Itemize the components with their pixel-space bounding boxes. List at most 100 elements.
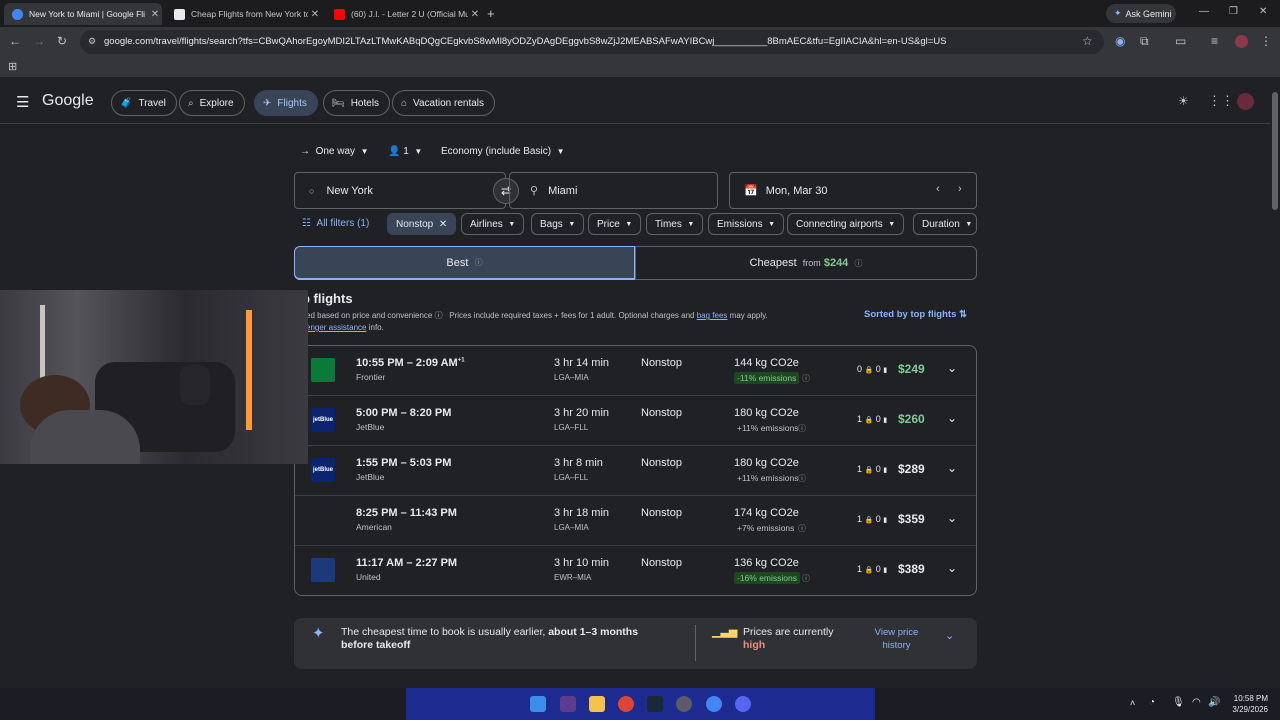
extension-icon[interactable]: ◉: [1115, 34, 1125, 48]
passengers-select[interactable]: 👤 1 ▼: [388, 146, 422, 157]
passenger-assistance-link[interactable]: senger assistance: [302, 323, 366, 332]
volume-icon[interactable]: 🔊: [1208, 697, 1220, 708]
all-filters-button[interactable]: ☷ All filters (1): [302, 218, 369, 229]
price-filter[interactable]: Price ▼: [588, 213, 642, 235]
ask-gemini-button[interactable]: ✦ Ask Gemini: [1106, 4, 1176, 23]
google-logo[interactable]: Google: [42, 92, 94, 110]
reload-icon[interactable]: ↻: [57, 34, 67, 48]
info-icon[interactable]: ⓘ: [435, 311, 443, 320]
account-avatar[interactable]: [1237, 93, 1254, 110]
info-icon[interactable]: ⓘ: [475, 257, 483, 268]
expand-chevron-icon[interactable]: ⌄: [947, 511, 957, 525]
new-tab-icon[interactable]: +: [487, 6, 495, 21]
origin-circle-icon: ○: [309, 185, 315, 196]
info-icon[interactable]: ⓘ: [802, 573, 810, 584]
restore-icon[interactable]: ❐: [1229, 6, 1238, 17]
tab-best[interactable]: Best ⓘ: [294, 246, 635, 280]
browser-tab[interactable]: New York to Miami | Google Fli ✕: [4, 3, 162, 25]
forward-icon[interactable]: →: [33, 34, 45, 48]
nav-explore[interactable]: ⌕ Explore: [179, 90, 245, 116]
minimize-icon[interactable]: —: [1199, 6, 1209, 17]
expand-chevron-icon[interactable]: ⌄: [947, 361, 957, 375]
close-window-icon[interactable]: ✕: [1259, 6, 1267, 17]
destination-field[interactable]: ⚲ Miami: [509, 172, 718, 209]
expand-chevron-icon[interactable]: ⌄: [947, 411, 957, 425]
remove-filter-icon[interactable]: ✕: [439, 219, 447, 230]
info-icon[interactable]: ⓘ: [798, 473, 806, 484]
media-control-icon[interactable]: ≡: [1211, 34, 1218, 48]
times-filter[interactable]: Times ▼: [646, 213, 704, 235]
cast-icon[interactable]: ▭: [1175, 34, 1186, 48]
browser-menu-icon[interactable]: ⋮: [1260, 34, 1272, 48]
nav-vacation-rentals[interactable]: ⌂ Vacation rentals: [392, 90, 496, 116]
back-icon[interactable]: ←: [9, 34, 21, 48]
flight-row[interactable]: 8:25 PM – 11:43 PM American 3 hr 18 min LGA…: [295, 496, 976, 546]
chrome-icon[interactable]: [618, 696, 634, 712]
next-date-icon[interactable]: ›: [958, 183, 962, 195]
scrollbar-thumb[interactable]: [1272, 92, 1278, 210]
main-menu-icon[interactable]: ☰: [16, 93, 29, 111]
obs-icon[interactable]: [676, 696, 692, 712]
expand-chevron-icon[interactable]: ⌄: [947, 561, 957, 575]
cheapest-price: $244: [823, 257, 849, 269]
browser-tab[interactable]: Cheap Flights from New York to ✕: [166, 3, 322, 25]
airlines-filter[interactable]: Airlines ▼: [461, 213, 525, 235]
info-icon[interactable]: ⓘ: [802, 373, 810, 384]
cabin-class-select[interactable]: Economy (include Basic) ▼: [441, 146, 565, 157]
start-windows-icon[interactable]: [530, 696, 546, 712]
view-price-history-link[interactable]: View price history: [869, 626, 924, 652]
close-tab-icon[interactable]: ✕: [308, 9, 322, 20]
trip-type-select[interactable]: → One way ▼: [300, 146, 369, 157]
close-tab-icon[interactable]: ✕: [148, 9, 162, 20]
browser-tab[interactable]: (60) J.I. - Letter 2 U (Official Mu ✕: [326, 3, 482, 25]
bags-filter[interactable]: Bags ▼: [531, 213, 585, 235]
expand-chevron-icon[interactable]: ⌄: [947, 461, 957, 475]
origin-field[interactable]: ○ New York: [294, 172, 506, 209]
nav-flights[interactable]: ✈ Flights: [254, 90, 318, 116]
flight-row[interactable]: 10:55 PM – 2:09 AM+1 Frontier 3 hr 14 min L…: [295, 346, 976, 396]
info-icon[interactable]: ⓘ: [798, 523, 806, 534]
flight-row[interactable]: jetBlue 1:55 PM – 5:03 PM JetBlue 3 hr 8 mi…: [295, 446, 976, 496]
nav-travel[interactable]: 🧳 Travel: [111, 90, 177, 116]
extensions-puzzle-icon[interactable]: ⧉: [1140, 34, 1149, 49]
close-tab-icon[interactable]: ✕: [468, 9, 482, 20]
chrome-active-icon[interactable]: [706, 696, 722, 712]
duration-filter[interactable]: Duration ▼: [913, 213, 977, 235]
info-icon[interactable]: ⓘ: [854, 258, 862, 269]
bookmarks-bar: ⊞: [0, 57, 1280, 77]
emissions-badge: -16% emissions: [734, 572, 800, 584]
tab-cheapest[interactable]: Cheapest from $244 ⓘ: [635, 246, 977, 280]
info-icon[interactable]: ⓘ: [798, 423, 806, 434]
theme-toggle-icon[interactable]: ☀: [1178, 94, 1189, 108]
nonstop-filter-chip[interactable]: Nonstop ✕: [387, 213, 457, 235]
flight-duration: 3 hr 10 min: [554, 557, 610, 569]
address-bar[interactable]: ⚙ google.com/travel/flights/search?tfs=C…: [80, 30, 1104, 54]
google-apps-icon[interactable]: ⋮⋮: [1208, 93, 1234, 109]
date-value: Mon, Mar 30: [765, 184, 828, 197]
site-info-icon[interactable]: ⚙: [88, 36, 96, 47]
pen-app-icon[interactable]: [560, 696, 576, 712]
apps-grid-icon[interactable]: ⊞: [8, 60, 17, 73]
nav-hotels[interactable]: 🛏 Hotels: [323, 90, 391, 116]
bookmark-star-icon[interactable]: ☆: [1082, 34, 1093, 48]
sort-button[interactable]: Sorted by top flights ⇅: [864, 309, 967, 320]
clock[interactable]: 10:58 PM 3/29/2026: [1228, 693, 1268, 715]
microphone-icon[interactable]: 🎙: [1172, 697, 1185, 708]
chevron-down-icon[interactable]: ⌄: [945, 629, 954, 642]
file-explorer-icon[interactable]: [589, 696, 605, 712]
tray-chevron-icon[interactable]: ˄: [1130, 698, 1135, 708]
flight-row[interactable]: jetBlue 5:00 PM – 8:20 PM JetBlue 3 hr 20 m…: [295, 396, 976, 446]
connecting-airports-filter[interactable]: Connecting airports ▼: [787, 213, 905, 235]
page-scrollbar[interactable]: [1270, 80, 1280, 688]
bag-fees-link[interactable]: bag fees: [697, 311, 728, 320]
carry-on-count: 1: [857, 464, 863, 474]
emissions-filter[interactable]: Emissions ▼: [708, 213, 785, 235]
wifi-icon[interactable]: ◠: [1192, 697, 1201, 708]
discord-icon[interactable]: [735, 696, 751, 712]
profile-avatar[interactable]: [1235, 35, 1248, 48]
tray-app-icon[interactable]: ◔: [1149, 697, 1155, 708]
previous-date-icon[interactable]: ‹: [936, 183, 940, 195]
steam-icon[interactable]: [647, 696, 663, 712]
flight-row[interactable]: 11:17 AM – 2:27 PM United 3 hr 10 min EWR–M…: [295, 546, 976, 595]
departure-date-field[interactable]: 📅 Mon, Mar 30 ‹ ›: [729, 172, 977, 209]
